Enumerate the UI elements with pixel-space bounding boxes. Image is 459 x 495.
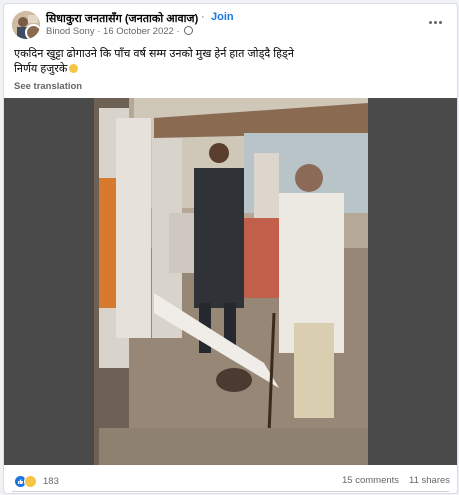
smile-emoji-icon (69, 64, 79, 73)
join-button[interactable]: Join (211, 11, 234, 23)
member-avatar[interactable] (25, 24, 40, 39)
post-card: सिधाकुरा जनतासँग (जनताको आवाज) · Join Bi… (3, 3, 458, 494)
avatar[interactable] (12, 11, 40, 39)
caption-line-2: निर्णय हजुरके (14, 62, 314, 77)
post-header: सिधाकुरा जनतासँग (जनताको आवाज) · Join Bi… (4, 4, 457, 44)
footer-divider (12, 491, 449, 492)
globe-icon[interactable] (184, 26, 194, 35)
caption-line-1: एकदिन खुट्टा ढोगाउने कि पाँच वर्ष सम्म उ… (14, 48, 294, 60)
photo-scene (94, 98, 368, 465)
post-photo[interactable] (94, 98, 368, 465)
shares-count-link[interactable]: 11 shares (409, 475, 450, 486)
reactions-summary[interactable]: 183 (14, 474, 59, 488)
more-options-icon[interactable] (425, 12, 445, 32)
comments-count-link[interactable]: 15 comments (342, 475, 399, 486)
author-link[interactable]: Binod Sony (46, 26, 95, 37)
meta-separator: · (97, 26, 101, 37)
post-date-link[interactable]: 16 October 2022 (103, 26, 174, 37)
reaction-count[interactable]: 183 (43, 476, 59, 487)
caption-line-2-text: निर्णय हजुरके (14, 63, 68, 75)
separator-dot: · (201, 11, 205, 23)
haha-reaction-icon (24, 474, 37, 488)
group-name-link[interactable]: सिधाकुरा जनतासँग (जनताको आवाज) (46, 11, 198, 26)
post-caption: एकदिन खुट्टा ढोगाउने कि पाँच वर्ष सम्म उ… (14, 47, 314, 77)
post-meta: Binod Sony · 16 October 2022 · (46, 26, 194, 37)
post-media[interactable] (4, 98, 457, 465)
see-translation-link[interactable]: See translation (14, 81, 82, 92)
meta-separator: · (176, 26, 180, 37)
